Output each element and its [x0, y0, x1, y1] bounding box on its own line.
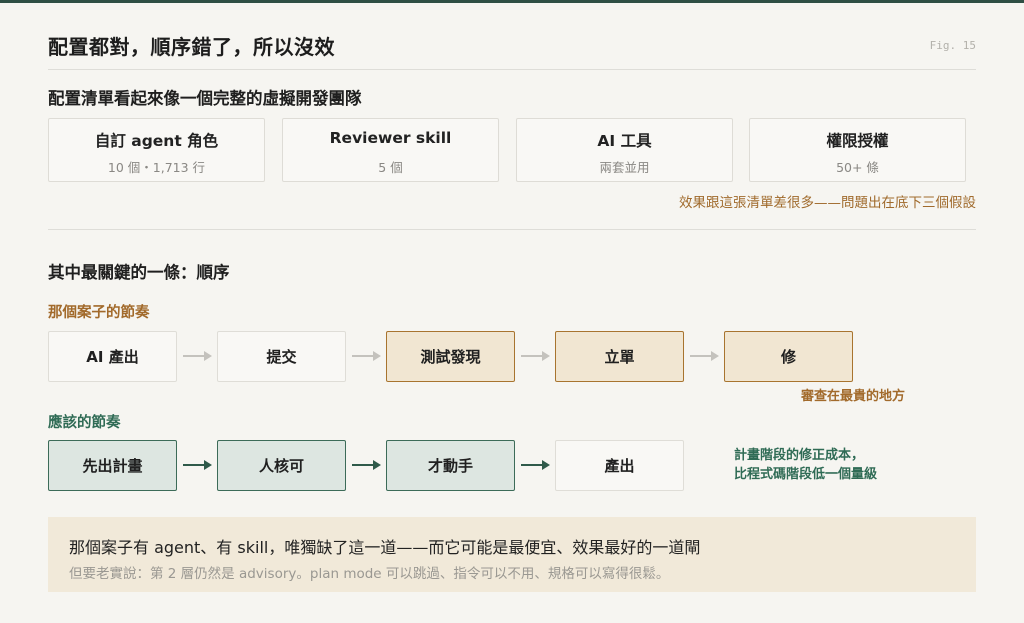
top-accent-bar: [0, 0, 1024, 3]
section-divider: [48, 229, 976, 230]
card-title: AI 工具: [597, 132, 652, 150]
figure-label: Fig. 15: [929, 39, 976, 52]
card-title: 自訂 agent 角色: [94, 132, 219, 150]
flow-step-then-build: 才動手: [386, 440, 515, 491]
arrow-right-icon: [352, 460, 381, 470]
title-divider: [48, 69, 976, 70]
arrow-right-icon: [521, 460, 550, 470]
arrow-right-icon: [183, 460, 212, 470]
flow-step-submit: 提交: [217, 331, 346, 382]
ideal-flow-label: 應該的節奏: [48, 415, 121, 431]
card-title: 權限授權: [826, 132, 889, 150]
flow-step-plan-first: 先出計畫: [48, 440, 177, 491]
arrow-right-icon: [352, 351, 381, 361]
plan-cost-note-line2: 比程式碼階段低一個量級: [734, 467, 878, 482]
card-subtitle: 50+ 條: [836, 160, 879, 175]
summary-callout: 那個案子有 agent、有 skill，唯獨缺了這一道——而它可能是最便宜、效果…: [48, 517, 976, 592]
config-gap-note: 效果跟這張清單差很多——問題出在底下三個假設: [679, 195, 976, 211]
plan-cost-note-line1: 計畫階段的修正成本，: [734, 448, 865, 463]
section-heading-config: 配置清單看起來像一個完整的虛擬開發團隊: [48, 89, 362, 108]
flow-step-test-found: 測試發現: [386, 331, 515, 382]
flow-step-output: 產出: [555, 440, 684, 491]
plan-cost-note: 計畫階段的修正成本， 比程式碼階段低一個量級: [734, 446, 877, 484]
flow-step-ai-output: AI 產出: [48, 331, 177, 382]
callout-main-text: 那個案子有 agent、有 skill，唯獨缺了這一道——而它可能是最便宜、效果…: [69, 538, 701, 557]
arrow-right-icon: [183, 351, 212, 361]
actual-flow-label: 那個案子的節奏: [48, 305, 150, 321]
callout-caveat-text: 但要老實說：第 2 層仍然是 advisory。plan mode 可以跳過、指…: [69, 566, 670, 582]
page-title: 配置都對，順序錯了，所以沒效: [48, 35, 335, 59]
card-subtitle: 兩套並用: [599, 160, 650, 175]
review-cost-note: 審查在最貴的地方: [801, 389, 906, 404]
section-heading-order: 其中最關鍵的一條：順序: [48, 263, 230, 282]
card-title: Reviewer skill: [329, 129, 452, 147]
flow-step-fix: 修: [724, 331, 853, 382]
flow-step-open-ticket: 立單: [555, 331, 684, 382]
card-subtitle: 10 個・1,713 行: [107, 160, 206, 175]
config-card-permissions: 權限授權 50+ 條: [749, 118, 966, 182]
arrow-right-icon: [521, 351, 550, 361]
flow-step-human-approve: 人核可: [217, 440, 346, 491]
config-card-ai-tools: AI 工具 兩套並用: [516, 118, 733, 182]
arrow-right-icon: [690, 351, 719, 361]
config-card-reviewer-skill: Reviewer skill 5 個: [282, 118, 499, 182]
config-card-agents: 自訂 agent 角色 10 個・1,713 行: [48, 118, 265, 182]
card-subtitle: 5 個: [378, 160, 403, 175]
